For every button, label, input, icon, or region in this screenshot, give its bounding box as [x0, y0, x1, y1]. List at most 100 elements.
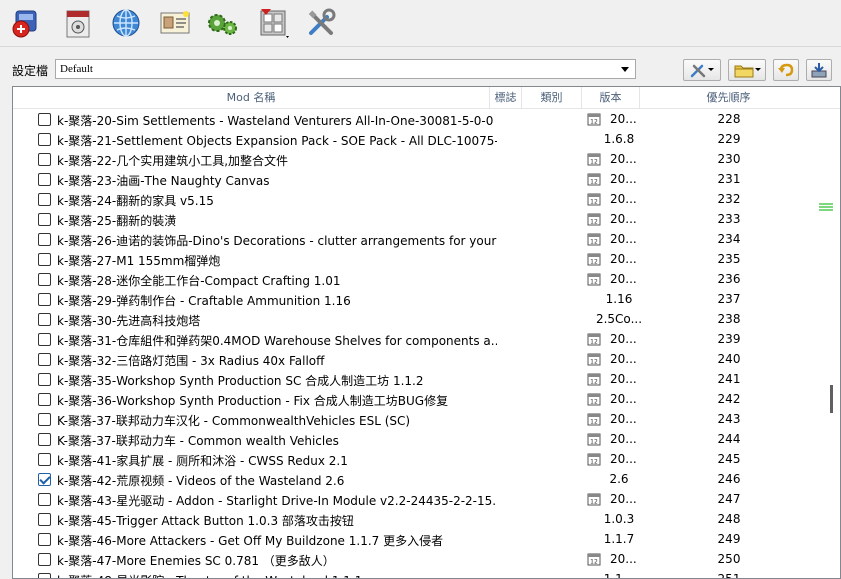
mod-row[interactable]: k-聚落-25-翻新的裝潢 12 20... 233	[13, 209, 823, 229]
mod-name: K-聚落-37-联邦动力车汉化 - CommonwealthVehicles E…	[57, 414, 411, 428]
mod-enabled-checkbox[interactable]	[38, 493, 51, 506]
mod-row[interactable]: k-聚落-45-Trigger Attack Button 1.0.3 部落攻击…	[13, 509, 823, 529]
column-header-version[interactable]: 版本	[582, 87, 640, 109]
mod-version: 1.0.3	[603, 512, 635, 526]
mod-version: 20...	[610, 552, 637, 566]
main-toolbar	[0, 0, 841, 46]
mod-enabled-checkbox[interactable]	[38, 553, 51, 566]
mod-name: k-聚落-27-M1 155mm榴弹炮	[57, 254, 221, 268]
mod-row[interactable]: k-聚落-27-M1 155mm榴弹炮 12 20... 235	[13, 249, 823, 269]
profile-select[interactable]: Default	[55, 59, 636, 79]
mod-enabled-checkbox[interactable]	[38, 213, 51, 226]
mod-row[interactable]: k-聚落-46-More Attackers - Get Off My Buil…	[13, 529, 823, 549]
mod-priority: 232	[717, 192, 741, 206]
svg-text:12: 12	[590, 379, 598, 386]
mod-enabled-checkbox[interactable]	[38, 253, 51, 266]
create-backup-button[interactable]	[806, 59, 832, 81]
settings-button[interactable]	[205, 6, 239, 40]
restore-backup-button[interactable]	[773, 59, 799, 81]
mod-row[interactable]: k-聚落-21-Settlement Objects Expansion Pac…	[13, 129, 823, 149]
mod-row[interactable]: k-聚落-22-几个实用建筑小工具,加整合文件 12 20... 230	[13, 149, 823, 169]
column-header-priority[interactable]: 優先順序	[640, 87, 817, 109]
mod-version: 20...	[610, 152, 637, 166]
svg-text:12: 12	[590, 419, 598, 426]
mod-list: Mod 名稱 標誌 類別 版本 優先順序 k-聚落-20-Sim Settlem…	[12, 86, 841, 579]
mod-priority: 235	[717, 252, 741, 266]
column-header-category[interactable]: 類別	[522, 87, 582, 109]
profile-button[interactable]	[158, 6, 192, 40]
mod-enabled-checkbox[interactable]	[38, 233, 51, 246]
mod-priority: 248	[717, 512, 741, 526]
mod-name: k-聚落-24-翻新的家具 v5.15	[57, 194, 214, 208]
mod-list-header: Mod 名稱 標誌 類別 版本 優先順序	[13, 87, 840, 109]
calendar-icon: 12	[587, 453, 601, 466]
mod-row[interactable]: k-聚落-32-三倍路灯范围 - 3x Radius 40x Falloff 12…	[13, 349, 823, 369]
mod-enabled-checkbox[interactable]	[38, 173, 51, 186]
mod-row[interactable]: k-聚落-41-家具扩展 - 厕所和沐浴 - CWSS Redux 2.1 12 2…	[13, 449, 823, 469]
mod-row[interactable]: k-聚落-26-迪诺的装饰品-Dino's Decorations - clut…	[13, 229, 823, 249]
mod-row[interactable]: k-聚落-23-油画-The Naughty Canvas 12 20... 231	[13, 169, 823, 189]
mod-row[interactable]: k-聚落-42-荒原视频 - Videos of the Wasteland 2…	[13, 469, 823, 489]
mod-row[interactable]: k-聚落-20-Sim Settlements - Wasteland Vent…	[13, 109, 823, 129]
mod-row[interactable]: k-聚落-36-Workshop Synth Production - Fix …	[13, 389, 823, 409]
column-header-flags[interactable]: 標誌	[490, 87, 522, 109]
open-folder-button[interactable]	[728, 59, 766, 81]
vertical-scrollbar[interactable]	[823, 109, 840, 578]
mod-enabled-checkbox[interactable]	[38, 393, 51, 406]
mod-row[interactable]: k-聚落-29-弹药制作台 - Craftable Ammunition 1.1…	[13, 289, 823, 309]
mod-priority: 247	[717, 492, 741, 506]
mod-tools-button[interactable]	[683, 59, 721, 81]
mod-enabled-checkbox[interactable]	[38, 453, 51, 466]
tools-icon	[690, 64, 714, 78]
mod-name: k-聚落-41-家具扩展 - 厕所和沐浴 - CWSS Redux 2.1	[57, 454, 348, 468]
mod-row[interactable]: K-聚落-37-联邦动力车 - Common wealth Vehicles 12…	[13, 429, 823, 449]
tools-button[interactable]	[304, 6, 338, 40]
mod-row[interactable]: k-聚落-35-Workshop Synth Production SC 合成人…	[13, 369, 823, 389]
mod-row[interactable]: k-聚落-30-先进高科技炮塔 2.5Co... 238	[13, 309, 823, 329]
mod-enabled-checkbox[interactable]	[38, 573, 51, 578]
executables-button[interactable]	[254, 6, 296, 40]
mod-enabled-checkbox[interactable]	[38, 433, 51, 446]
mod-name: K-聚落-37-联邦动力车 - Common wealth Vehicles	[57, 434, 339, 448]
mod-enabled-checkbox[interactable]	[38, 373, 51, 386]
calendar-icon: 12	[587, 273, 601, 286]
calendar-icon: 12	[587, 193, 601, 206]
mod-row[interactable]: k-聚落-43-星光驱动 - Addon - Starlight Drive-I…	[13, 489, 823, 509]
mod-enabled-checkbox[interactable]	[38, 273, 51, 286]
mod-priority: 239	[717, 332, 741, 346]
mod-enabled-checkbox[interactable]	[38, 113, 51, 126]
mod-row[interactable]: k-聚落-31-仓库組件和弹药架0.4MOD Warehouse Shelves…	[13, 329, 823, 349]
mod-priority: 244	[717, 432, 741, 446]
mod-enabled-checkbox[interactable]	[38, 533, 51, 546]
mod-enabled-checkbox[interactable]	[38, 153, 51, 166]
calendar-icon: 12	[587, 373, 601, 386]
mod-enabled-checkbox[interactable]	[38, 513, 51, 526]
mod-priority: 236	[717, 272, 741, 286]
mod-enabled-checkbox[interactable]	[38, 353, 51, 366]
scrollbar-thumb[interactable]	[830, 385, 833, 413]
mod-version: 20...	[610, 252, 637, 266]
profile-select-value: Default	[60, 63, 93, 75]
mod-enabled-checkbox[interactable]	[38, 333, 51, 346]
mod-row[interactable]: k-聚落-28-迷你全能工作台-Compact Crafting 1.01 12 2…	[13, 269, 823, 289]
mod-enabled-checkbox[interactable]	[38, 193, 51, 206]
mod-enabled-checkbox[interactable]	[38, 473, 51, 486]
mod-enabled-checkbox[interactable]	[38, 413, 51, 426]
mod-name: k-聚落-35-Workshop Synth Production SC 合成人…	[57, 374, 424, 388]
mod-enabled-checkbox[interactable]	[38, 313, 51, 326]
archive-tool-button[interactable]	[61, 6, 95, 40]
mod-enabled-checkbox[interactable]	[38, 293, 51, 306]
profile-card-icon	[160, 11, 190, 34]
install-mod-button[interactable]	[8, 6, 42, 40]
nexus-button[interactable]	[109, 6, 143, 40]
calendar-icon: 12	[587, 413, 601, 426]
mod-row[interactable]: k-聚落-48-星光影院 - Theatre of the Wasteland …	[13, 569, 823, 578]
column-header-name[interactable]: Mod 名稱	[13, 87, 490, 109]
mod-version: 20...	[610, 412, 637, 426]
mod-name: k-聚落-25-翻新的裝潢	[57, 214, 177, 228]
mod-name: k-聚落-29-弹药制作台 - Craftable Ammunition 1.1…	[57, 294, 351, 308]
mod-row[interactable]: k-聚落-24-翻新的家具 v5.15 12 20... 232	[13, 189, 823, 209]
mod-row[interactable]: K-聚落-37-联邦动力车汉化 - CommonwealthVehicles E…	[13, 409, 823, 429]
mod-row[interactable]: k-聚落-47-More Enemies SC 0.781 （更多敌人） 12 20…	[13, 549, 823, 569]
mod-enabled-checkbox[interactable]	[38, 133, 51, 146]
